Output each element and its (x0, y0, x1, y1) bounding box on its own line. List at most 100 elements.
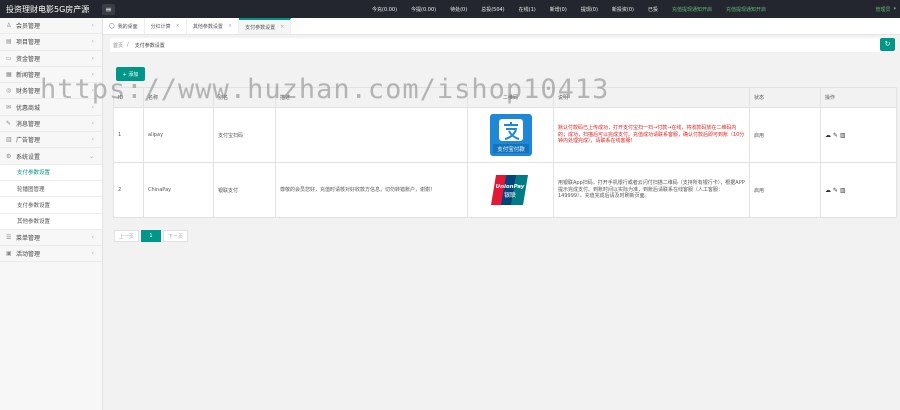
current-page-button[interactable]: 1 (141, 230, 162, 242)
sidebar-item-13[interactable]: ☰ 菜单管理 ‹ (0, 230, 102, 247)
cell-code-text: ChinaPay (148, 187, 172, 193)
sidebar-item-label: 支付参数设置 (17, 170, 51, 177)
cell-actions: ☁ ✎ ▥ (820, 107, 897, 163)
sidebar-item-5[interactable]: ✉ 优惠商城 ‹ (0, 99, 102, 116)
sidebar: ♙ 会员管理 ‹ ▤ 项目管理 ‹ ▭ 资金管理 ‹ ▦ 新闻管理 ‹ ◎ 财务管理 ‹ ✉ 优惠商城 ‹ ✎ 消息管… (0, 18, 103, 410)
tab-3[interactable]: 支付参数设置 × (239, 18, 292, 34)
tab-0[interactable]: ◯ 我的桌面 (103, 18, 145, 34)
close-icon[interactable]: × (228, 23, 232, 29)
column-header-4: 二维码 (467, 87, 554, 108)
breadcrumb-home[interactable]: 首页 (113, 42, 123, 49)
chevron-left-icon: ‹ (91, 22, 94, 30)
sidebar-item-label: 资金管理 (16, 55, 41, 63)
gear-icon: ⚙ (6, 152, 12, 160)
sidebar-item-1[interactable]: ▤ 项目管理 ‹ (0, 34, 102, 51)
top-stat-8[interactable]: 已投 (648, 6, 658, 13)
cell-note-text: 用银联App扫码，打开手机银行或者云闪付扫描二维码（支持所有银行卡），根据APP… (558, 179, 745, 200)
sidebar-item-label: 系统设置 (16, 153, 41, 161)
top-stat-10[interactable]: 充值提现通知开启 (726, 6, 766, 13)
cell-note: 默认付款码已上传成功，打开支付宝扫一扫→付款→在线，将收款码放在二维码内的；成功… (553, 107, 750, 163)
top-stat-3[interactable]: 总投(504) (481, 6, 504, 13)
cell-status: 启用 (749, 162, 821, 218)
sidebar-item-10[interactable]: 轮播图管理 (0, 180, 102, 198)
prev-page-button[interactable]: 上一页 (114, 230, 140, 242)
sidebar-item-3[interactable]: ▦ 新闻管理 ‹ (0, 67, 102, 84)
svg-text:UnionPay: UnionPay (495, 184, 524, 190)
menu-icon[interactable]: ≡ (102, 3, 115, 15)
breadcrumb-current: 支付参数设置 (134, 42, 165, 49)
chevron-left-icon: ‹ (91, 103, 94, 111)
close-icon[interactable]: × (176, 23, 180, 29)
sidebar-item-7[interactable]: ▥ 广告管理 ‹ (0, 132, 102, 149)
sidebar-item-2[interactable]: ▭ 资金管理 ‹ (0, 51, 102, 67)
top-stat-9[interactable]: 充值提现通知开启 (672, 6, 712, 13)
cloud-icon[interactable]: ☁ (825, 187, 831, 194)
user-icon: ♙ (6, 22, 12, 30)
sidebar-item-9[interactable]: 支付参数设置 (0, 164, 102, 181)
edit-icon[interactable]: ✎ (833, 187, 838, 194)
top-stat-7[interactable]: 新投资(0) (612, 6, 634, 13)
refresh-icon: ↻ (884, 40, 891, 48)
cell-id: 2 (113, 162, 144, 218)
next-page-button[interactable]: 下一页 (163, 230, 189, 242)
tab-label: 我的桌面 (117, 23, 138, 30)
add-button[interactable]: + 添加 (116, 67, 145, 81)
tab-1[interactable]: 分红计算 × (145, 18, 187, 34)
delete-icon[interactable]: ▥ (840, 132, 846, 139)
sidebar-item-label: 项目管理 (16, 39, 41, 47)
user-menu[interactable]: 管理员 ▾ (875, 0, 896, 18)
alipay-logo: 支付宝付款 (489, 114, 532, 156)
sidebar-item-label: 优惠商城 (16, 104, 41, 112)
tab-2[interactable]: 其他参数设置 × (187, 18, 240, 34)
sidebar-item-14[interactable]: ▣ 活动管理 ‹ (0, 246, 102, 263)
pagination: 上一页 1 下一页 (114, 230, 190, 242)
list-icon: ☰ (6, 234, 12, 241)
cell-name: 支付宝扫码 (213, 107, 276, 163)
cell-logo: 支付宝付款 (467, 107, 554, 163)
sidebar-item-8[interactable]: ⚙ 系统设置 ⌄ (0, 148, 102, 165)
home-icon: ◯ (109, 23, 115, 29)
column-header-1: 名称 (143, 87, 214, 108)
top-stat-4[interactable]: 在线(1) (519, 6, 536, 13)
top-stat-5[interactable]: 新增(0) (550, 6, 567, 13)
delete-icon[interactable]: ▥ (840, 187, 846, 194)
top-stat-0[interactable]: 今充(0.00) (372, 6, 397, 13)
chevron-left-icon: ‹ (91, 38, 94, 46)
cell-name-text: 银联支付 (218, 187, 239, 194)
unionpay-logo: UnionPay银联 (489, 169, 532, 211)
cloud-icon[interactable]: ☁ (825, 132, 831, 139)
top-stat-6[interactable]: 提现(0) (581, 6, 598, 13)
cell-id: 1 (113, 107, 144, 163)
tab-label: 其他参数设置 (192, 23, 223, 30)
finance-icon: ◎ (6, 87, 12, 95)
row-actions: ☁ ✎ ▥ (825, 187, 846, 194)
close-icon[interactable]: × (280, 24, 284, 30)
cell-logo: UnionPay 银联 (467, 162, 554, 218)
cell-actions: ☁ ✎ ▥ (820, 162, 897, 218)
top-stats: 今充(0.00) 今提(0.00) 待处(0) 总投(504) 在线(1) 新增(0) 提现… (372, 0, 780, 18)
chevron-down-icon: ▾ (893, 6, 896, 12)
cell-name-text: 支付宝扫码 (218, 132, 244, 139)
chevron-left-icon: ‹ (91, 136, 94, 144)
row-actions: ☁ ✎ ▥ (825, 132, 846, 139)
table-body: 1 alipay 支付宝扫码 支付宝付款 默认付款码已上传成功，打开支付宝扫一扫→付款→… (113, 107, 897, 218)
sidebar-item-0[interactable]: ♙ 会员管理 ‹ (0, 18, 102, 35)
column-header-6: 状态 (749, 87, 821, 108)
folder-icon: ▤ (6, 38, 12, 46)
sidebar-item-6[interactable]: ✎ 消息管理 ‹ (0, 116, 102, 133)
column-header-2: 别名 (213, 87, 276, 108)
sidebar-item-4[interactable]: ◎ 财务管理 ‹ (0, 83, 102, 100)
sidebar-item-label: 菜单管理 (16, 235, 41, 242)
sidebar-item-12[interactable]: 其他参数设置 (0, 213, 102, 230)
table-row: 2 ChinaPay 银联支付 尊敬的会员您好，充值时请核对好收款方信息，切勿转错账户… (113, 162, 897, 218)
refresh-button[interactable]: ↻ (880, 38, 895, 51)
top-stat-2[interactable]: 待处(0) (450, 6, 467, 13)
activity-icon: ▣ (6, 250, 12, 258)
top-stat-1[interactable]: 今提(0.00) (411, 6, 436, 13)
cell-code: alipay (143, 107, 214, 163)
sidebar-item-label: 轮播图管理 (17, 186, 45, 193)
tab-bar: ◯ 我的桌面 分红计算 × 其他参数设置 × 支付参数设置 × (103, 18, 900, 35)
sidebar-item-label: 新闻管理 (16, 72, 41, 80)
sidebar-item-11[interactable]: 支付参数设置 (0, 197, 102, 214)
edit-icon[interactable]: ✎ (833, 132, 838, 139)
